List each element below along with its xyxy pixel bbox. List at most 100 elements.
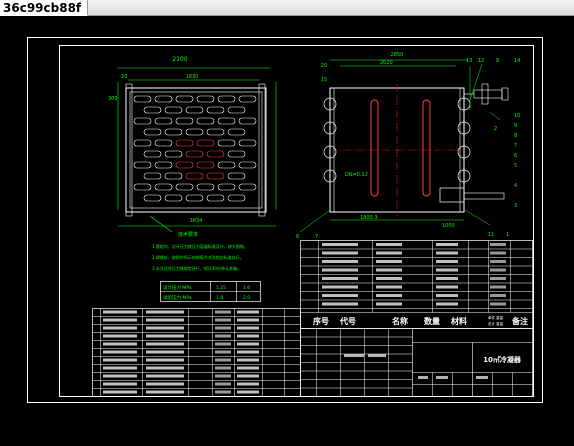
svg-text:1000: 1000 xyxy=(442,223,455,229)
svg-text:4: 4 xyxy=(514,183,517,189)
parts-weight-glyphs xyxy=(490,277,506,280)
svg-text:1.25: 1.25 xyxy=(216,285,226,291)
tube-slot xyxy=(133,117,152,125)
front-dim-width: 1830 xyxy=(186,74,199,80)
tube-slot xyxy=(154,95,173,103)
tube-slot xyxy=(133,183,152,191)
svg-text:2.0: 2.0 xyxy=(243,295,250,301)
tube-slot xyxy=(164,172,183,180)
tube-slot xyxy=(133,95,152,103)
parts-material-glyphs xyxy=(237,310,259,314)
tube-slot xyxy=(164,194,183,202)
svg-text:备注: 备注 xyxy=(511,316,528,326)
parts-qty-glyphs xyxy=(215,334,231,338)
tube-slot xyxy=(206,128,225,136)
parts-qty-glyphs xyxy=(215,366,231,370)
parts-code-glyphs xyxy=(322,268,358,272)
parts-material-glyphs xyxy=(436,277,458,280)
tube-slot xyxy=(154,139,173,147)
tube-slot xyxy=(143,194,162,202)
svg-text:设计压力 MPa: 设计压力 MPa xyxy=(163,284,192,291)
parts-name-glyphs xyxy=(146,390,184,394)
parts-material-glyphs xyxy=(237,342,259,346)
parts-qty-glyphs xyxy=(215,390,231,394)
svg-text:20: 20 xyxy=(321,63,327,69)
parts-qty-glyphs xyxy=(215,382,231,386)
svg-text:总计 重量: 总计 重量 xyxy=(488,321,504,326)
parts-name-glyphs xyxy=(146,350,184,354)
svg-text:5: 5 xyxy=(514,163,517,169)
parts-material-glyphs xyxy=(436,268,458,272)
drawing-title: 10㎡冷凝器 xyxy=(483,355,522,364)
parts-code-glyphs xyxy=(322,285,358,289)
parts-code-glyphs xyxy=(322,302,358,306)
svg-text:9: 9 xyxy=(514,123,517,129)
svg-text:12: 12 xyxy=(478,58,484,64)
tube-slot xyxy=(196,139,215,147)
title-glyphs xyxy=(368,354,386,357)
svg-text:2: 2 xyxy=(494,126,497,132)
parts-qty-glyphs xyxy=(215,318,231,322)
svg-text:1.8: 1.8 xyxy=(216,295,223,301)
parts-name-glyphs xyxy=(146,366,184,370)
parts-material-glyphs xyxy=(237,374,259,378)
parts-name-glyphs xyxy=(146,326,184,330)
tube-slot xyxy=(133,161,152,169)
svg-text:11: 11 xyxy=(488,232,494,238)
front-dim-left: 300 xyxy=(108,96,118,102)
svg-text:7: 7 xyxy=(315,234,318,240)
parts-weight-glyphs xyxy=(490,294,506,297)
parts-name-glyphs xyxy=(376,251,402,255)
parts-name-glyphs xyxy=(146,318,184,322)
svg-text:名称: 名称 xyxy=(392,316,408,326)
tube-slot xyxy=(217,95,236,103)
parts-code-glyphs xyxy=(103,342,137,346)
parts-material-glyphs xyxy=(237,358,259,362)
parts-qty-glyphs xyxy=(215,350,231,354)
document-tab[interactable]: 36c99cb88f xyxy=(0,0,89,16)
tube-slot xyxy=(143,106,162,114)
svg-text:6: 6 xyxy=(514,153,517,159)
title-glyphs xyxy=(436,376,448,379)
parts-name-glyphs xyxy=(146,358,184,362)
baffle-right xyxy=(422,99,431,197)
note-3: 3.水压试验压力按规定进行，保压30分钟无渗漏。 xyxy=(152,265,241,271)
window-titlebar: 36c99cb88f xyxy=(0,0,574,16)
parts-name-glyphs xyxy=(376,285,402,289)
tube-slot xyxy=(185,106,204,114)
tube-slot xyxy=(185,194,204,202)
parts-qty-glyphs xyxy=(215,358,231,362)
svg-text:材料: 材料 xyxy=(451,316,467,326)
parts-list-lower xyxy=(92,308,301,397)
parts-material-glyphs xyxy=(237,326,259,330)
parts-name-glyphs xyxy=(146,334,184,338)
tube-slot xyxy=(164,106,183,114)
svg-text:8: 8 xyxy=(496,58,499,64)
cad-canvas[interactable]: 2100 1830 20 300 1834 技术要求 2850 2020 20 … xyxy=(0,16,574,442)
front-view: 2100 1830 20 300 1834 技术要求 xyxy=(108,56,277,238)
parts-name-glyphs xyxy=(146,374,184,378)
tube-slot xyxy=(227,194,246,202)
tube-slot xyxy=(196,183,215,191)
front-shell xyxy=(125,87,267,213)
svg-text:代号: 代号 xyxy=(339,316,356,326)
svg-text:1: 1 xyxy=(506,232,509,238)
tube-slot xyxy=(175,95,194,103)
tube-slot xyxy=(143,128,162,136)
tube-slot xyxy=(164,150,183,158)
parts-name-glyphs xyxy=(376,302,402,306)
parts-code-glyphs xyxy=(322,251,358,255)
note-2: 2.焊缝处，按图中所示的焊接方式及相应标准执行。 xyxy=(152,254,244,260)
tube-slot xyxy=(227,172,246,180)
parts-code-glyphs xyxy=(322,277,358,280)
parts-name-glyphs xyxy=(376,268,402,272)
tube-slot xyxy=(217,183,236,191)
parts-weight-glyphs xyxy=(490,268,506,272)
tube-slot xyxy=(133,139,152,147)
tube-slot xyxy=(143,150,162,158)
parts-name-glyphs xyxy=(146,342,184,346)
parts-weight-glyphs xyxy=(490,243,506,246)
tube-slot xyxy=(185,128,204,136)
parts-code-glyphs xyxy=(322,260,358,263)
tube-slot xyxy=(238,95,257,103)
